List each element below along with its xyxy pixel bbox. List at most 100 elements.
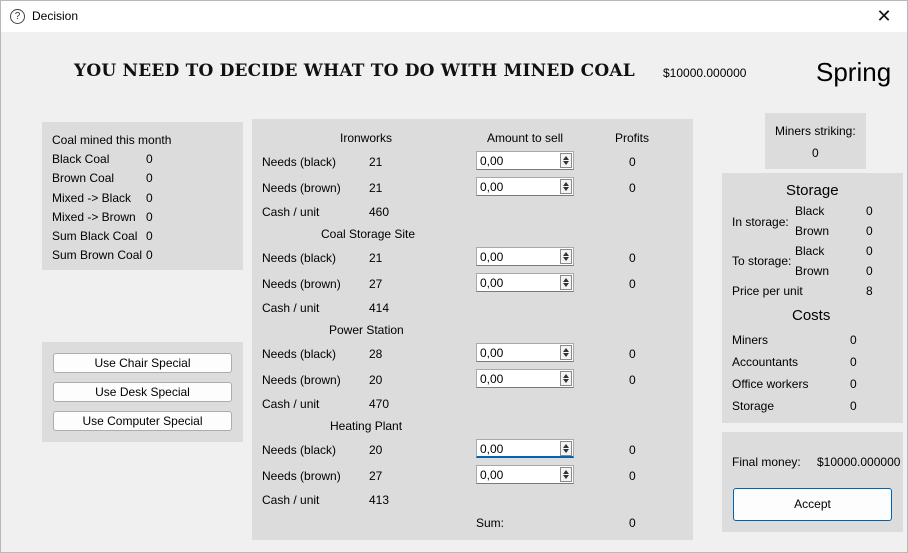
cash-per-unit-label: Cash / unit	[262, 493, 320, 507]
spin-arrows-icon[interactable]	[560, 179, 572, 194]
buyer-name: Coal Storage Site	[321, 227, 416, 241]
cost-value: 0	[850, 355, 857, 369]
spinbox-value: 0,00	[480, 346, 504, 360]
coal-mined-panel: Coal mined this month Black Coal 0 Brown…	[42, 122, 243, 270]
in-storage-black-value: 0	[866, 204, 873, 218]
mined-value: 0	[146, 171, 153, 185]
to-storage-black-label: Black	[795, 244, 825, 258]
costs-title: Costs	[792, 307, 831, 324]
buyer-name: Heating Plant	[330, 419, 403, 433]
final-money-label: Final money:	[732, 455, 801, 469]
title-bar: ? Decision ✕	[1, 1, 907, 32]
mined-value: 0	[146, 248, 153, 262]
cash-per-unit-label: Cash / unit	[262, 301, 320, 315]
question-circle-icon: ?	[10, 9, 25, 24]
cost-label: Office workers	[732, 377, 809, 391]
cost-value: 0	[850, 399, 857, 413]
needs-black-value: 21	[369, 251, 383, 265]
to-storage-label: To storage:	[732, 254, 792, 268]
spinbox-value: 0,00	[480, 250, 504, 264]
profit-black-value: 0	[629, 155, 636, 169]
spinbox-value: 0,00	[480, 180, 504, 194]
season-label: Spring	[816, 57, 892, 87]
profit-brown-value: 0	[629, 373, 636, 387]
amount-black-spinbox[interactable]: 0,00	[476, 151, 574, 170]
cost-label: Accountants	[732, 355, 799, 369]
spin-arrows-icon[interactable]	[560, 153, 572, 168]
use-computer-special-button[interactable]: Use Computer Special	[53, 411, 232, 431]
accept-button[interactable]: Accept	[733, 488, 892, 521]
needs-brown-value: 27	[369, 469, 383, 483]
cash-per-unit-value: 414	[369, 301, 390, 315]
needs-brown-value: 27	[369, 277, 383, 291]
needs-black-label: Needs (black)	[262, 155, 337, 169]
miners-striking-value: 0	[812, 146, 819, 160]
profit-brown-value: 0	[629, 469, 636, 483]
amount-brown-spinbox[interactable]: 0,00	[476, 273, 574, 292]
spinbox-value: 0,00	[480, 468, 504, 482]
mined-label: Black Coal	[52, 152, 110, 166]
spin-arrows-icon[interactable]	[560, 249, 572, 264]
to-storage-black-value: 0	[866, 244, 873, 258]
needs-black-label: Needs (black)	[262, 251, 337, 265]
spinbox-value: 0,00	[480, 154, 504, 168]
mined-label: Mixed -> Black	[52, 191, 132, 205]
cost-value: 0	[850, 333, 857, 347]
page-headline: YOU NEED TO DECIDE WHAT TO DO WITH MINED…	[74, 61, 635, 81]
amount-to-sell-header: Amount to sell	[487, 131, 564, 145]
to-storage-brown-label: Brown	[795, 264, 830, 278]
final-money-value: $10000.000000	[817, 455, 901, 469]
spinbox-value: 0,00	[480, 276, 504, 290]
amount-brown-spinbox[interactable]: 0,00	[476, 369, 574, 388]
amount-black-spinbox[interactable]: 0,00	[476, 247, 574, 266]
mined-value: 0	[146, 229, 153, 243]
spin-arrows-icon[interactable]	[560, 371, 572, 386]
profits-header: Profits	[615, 131, 650, 145]
spin-arrows-icon[interactable]	[560, 441, 572, 456]
mined-label: Brown Coal	[52, 171, 115, 185]
profit-black-value: 0	[629, 251, 636, 265]
amount-brown-spinbox[interactable]: 0,00	[476, 177, 574, 196]
buyer-name: Ironworks	[340, 131, 393, 145]
spin-arrows-icon[interactable]	[560, 275, 572, 290]
miners-striking-panel: Miners striking: 0	[765, 113, 866, 169]
amount-black-spinbox[interactable]: 0,00	[476, 439, 574, 458]
sum-value: 0	[629, 516, 636, 530]
needs-black-label: Needs (black)	[262, 347, 337, 361]
use-chair-special-button[interactable]: Use Chair Special	[53, 353, 232, 373]
profit-brown-value: 0	[629, 277, 636, 291]
needs-brown-value: 21	[369, 181, 383, 195]
coal-mined-title: Coal mined this month	[52, 133, 172, 147]
mined-value: 0	[146, 152, 153, 166]
profit-black-value: 0	[629, 347, 636, 361]
miners-striking-label: Miners striking:	[775, 124, 856, 138]
spin-arrows-icon[interactable]	[560, 467, 572, 482]
mined-label: Sum Black Coal	[52, 229, 138, 243]
mined-label: Mixed -> Brown	[52, 210, 136, 224]
decision-window: ? Decision ✕ YOU NEED TO DECIDE WHAT TO …	[0, 0, 908, 553]
storage-title: Storage	[786, 182, 839, 199]
amount-black-spinbox[interactable]: 0,00	[476, 343, 574, 362]
mined-value: 0	[146, 191, 153, 205]
price-per-unit-value: 8	[866, 284, 873, 298]
amount-brown-spinbox[interactable]: 0,00	[476, 465, 574, 484]
spinbox-value: 0,00	[480, 372, 504, 386]
mined-value: 0	[146, 210, 153, 224]
needs-brown-value: 20	[369, 373, 383, 387]
sum-label: Sum:	[476, 516, 505, 530]
current-money: $10000.000000	[663, 66, 747, 80]
needs-black-value: 20	[369, 443, 383, 457]
profit-brown-value: 0	[629, 181, 636, 195]
in-storage-label: In storage:	[732, 215, 789, 229]
cash-per-unit-label: Cash / unit	[262, 397, 320, 411]
close-button[interactable]: ✕	[861, 1, 907, 32]
needs-brown-label: Needs (brown)	[262, 277, 341, 291]
in-storage-brown-label: Brown	[795, 224, 830, 238]
spin-arrows-icon[interactable]	[560, 345, 572, 360]
cost-label: Storage	[732, 399, 775, 413]
cash-per-unit-label: Cash / unit	[262, 205, 320, 219]
sales-panel: Ironworks Amount to sell Profits Needs (…	[252, 119, 693, 540]
use-desk-special-button[interactable]: Use Desk Special	[53, 382, 232, 402]
price-per-unit-label: Price per unit	[732, 284, 803, 298]
mined-label: Sum Brown Coal	[52, 248, 143, 262]
